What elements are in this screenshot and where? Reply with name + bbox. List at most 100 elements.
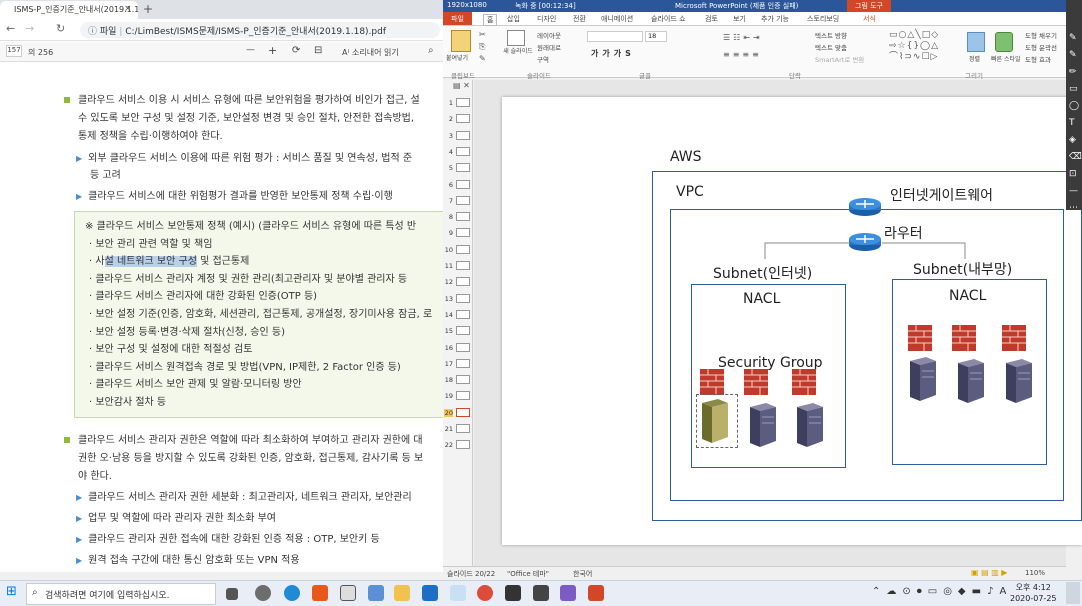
firewall-icon[interactable] [1002,325,1026,351]
server-icon[interactable] [1002,357,1034,403]
shape-outline-button[interactable]: 도형 윤곽선 [1025,42,1057,52]
file-explorer-icon[interactable] [394,585,410,601]
search-icon[interactable]: ⌕ [428,45,434,56]
tab-insert[interactable]: 삽입 [507,14,520,24]
firewall-icon[interactable] [908,325,932,351]
list-icons[interactable]: ☰☷⇤⇥ [723,33,763,42]
font-size-box[interactable]: 18 [645,31,667,42]
slide-thumbnail[interactable]: 12 [444,276,472,288]
slide-thumbnail[interactable]: 17 [444,358,472,370]
start-icon[interactable]: ⊞ [6,584,17,599]
format-painter-icon[interactable]: ✎ [479,54,486,63]
task-view-icon[interactable] [226,588,238,600]
font-name-box[interactable] [587,31,643,42]
shape-fill-button[interactable]: 도형 채우기 [1025,30,1057,40]
layout-button[interactable]: 레이아웃 [537,30,561,40]
tab-home[interactable]: 홈 [483,14,498,26]
slide-thumbnail[interactable]: 6 [444,179,472,191]
firewall-icon[interactable] [792,369,816,395]
chrome-icon[interactable] [477,585,493,601]
firewall-icon[interactable] [700,369,724,395]
shape-effect-button[interactable]: 도형 효과 [1025,54,1051,64]
zoom-in-button[interactable]: + [268,44,277,57]
notepad-icon[interactable] [450,585,466,601]
store-icon[interactable] [505,585,521,601]
slide-thumbnail[interactable]: 13 [444,293,472,305]
selected-text[interactable]: 설 네트워크 보안 구성 [104,256,197,267]
photos-icon[interactable] [368,585,384,601]
read-aloud-button[interactable]: A⁾ 소리내어 읽기 [342,47,399,58]
tab-addins[interactable]: 추가 기능 [761,14,789,24]
server-icon[interactable] [793,401,825,447]
server-icon[interactable] [954,357,986,403]
slide-thumbnail[interactable]: 18 [444,374,472,386]
reset-button[interactable]: 원래대로 [537,42,561,52]
slide-thumbnail[interactable]: 21 [444,423,472,435]
settings-icon[interactable] [255,585,271,601]
server-icon[interactable] [906,355,938,401]
address-field[interactable]: ⓘ 파일 | C:/LimBest/ISMS문제/ISMS-P_인증기준_안내서… [80,22,440,38]
slide-canvas[interactable]: AWS VPC 인터넷게이트웨어 라우터 Subnet(인터넷) Subnet(… [502,97,1082,545]
slide-thumbnail[interactable]: 19 [444,390,472,402]
rotate-icon[interactable]: ⟳ [292,45,300,56]
tab-close-icon[interactable]: × [124,4,132,14]
tab-storyboarding[interactable]: 스토리보딩 [807,14,839,24]
zoom-out-button[interactable]: — [246,45,255,55]
pen-tool-icons[interactable]: ✎ ✎ ✏ ▭ ◯ T ◈ ⌫ ⊡ — ⋯ [1069,30,1082,217]
slide-thumbnail[interactable]: 9 [444,227,472,239]
paste-icon[interactable] [451,30,471,52]
slide-thumbnail[interactable]: 11 [444,260,472,272]
powerpoint-icon[interactable] [588,585,604,601]
system-tray-icons[interactable]: ⌃☁⊙⏺▭◎◆▬♪A [872,586,1012,597]
firewall-icon[interactable] [744,369,768,395]
arrange-icon[interactable] [967,32,985,52]
slide-thumbnail[interactable]: 2 [444,113,472,125]
reload-icon[interactable]: ↻ [56,22,65,35]
slide-thumbnail[interactable]: 8 [444,211,472,223]
mail-icon[interactable] [422,585,438,601]
text-align-button[interactable]: 텍스트 맞춤 [815,42,847,52]
tab-format[interactable]: 서식 [863,14,876,24]
smartart-button[interactable]: SmartArt로 변환 [815,54,864,64]
vm-icon[interactable] [560,585,576,601]
notification-icon[interactable] [1066,582,1080,604]
firewall-icon[interactable] [952,325,976,351]
taskbar-search-box[interactable]: ⌕ 검색하려면 여기에 입력하십시오. [26,583,216,605]
office-icon[interactable] [312,585,328,601]
tab-slideshow[interactable]: 슬라이드 쇼 [651,14,685,24]
recorder-icon[interactable] [533,585,549,601]
view-buttons[interactable]: ▣ ▤ ▥ ▶ [971,568,1007,577]
slide-thumbnail[interactable]: 14 [444,309,472,321]
slide-thumbnail[interactable]: 10 [444,244,472,256]
slide-thumbnail[interactable]: 4 [444,146,472,158]
slide-thumbnail[interactable]: 15 [444,325,472,337]
font-style-icons[interactable]: 가가가S [591,48,635,59]
section-button[interactable]: 구역 [537,54,549,64]
forward-icon[interactable]: → [25,22,34,35]
copy-icon[interactable]: ⎘ [479,42,485,52]
status-zoom[interactable]: 110% [1025,569,1045,577]
pane-tab-icons[interactable]: ▤ ✕ [453,81,470,90]
text-direction-button[interactable]: 텍스트 방향 [815,30,847,40]
slide-thumbnail[interactable]: 16 [444,342,472,354]
edge-icon[interactable] [284,585,300,601]
cut-icon[interactable]: ✂ [479,30,486,39]
tab-design[interactable]: 디자인 [537,14,556,24]
slide-thumbnail[interactable]: 7 [444,195,472,207]
new-slide-icon[interactable] [507,30,525,46]
page-number-input[interactable]: 157 [6,45,22,57]
slide-thumbnail[interactable]: 5 [444,162,472,174]
fit-page-icon[interactable]: ⊟ [314,45,322,56]
slide-thumbnail[interactable]: 1 [444,97,472,109]
taskbar-clock[interactable]: 오후 4:12 2020-07-25 [1010,582,1057,604]
server-icon[interactable] [746,401,778,447]
shapes-gallery[interactable]: ▭○△╲□◇ ⇨☆{}◯△ ⌒⌇⊃∿☐▷ [889,30,939,63]
quick-style-icon[interactable] [995,32,1013,52]
slide-thumbnail[interactable]: 3 [444,130,472,142]
horizontal-scrollbar[interactable] [0,572,445,580]
feedback-icon[interactable] [340,585,356,601]
browser-tab[interactable]: ISMS-P_인증기준_안내서(2019.1.18).pdf [0,1,138,19]
tab-view[interactable]: 보기 [733,14,746,24]
slide-thumbnail[interactable]: 20 [444,407,472,419]
tab-transitions[interactable]: 전환 [573,14,586,24]
